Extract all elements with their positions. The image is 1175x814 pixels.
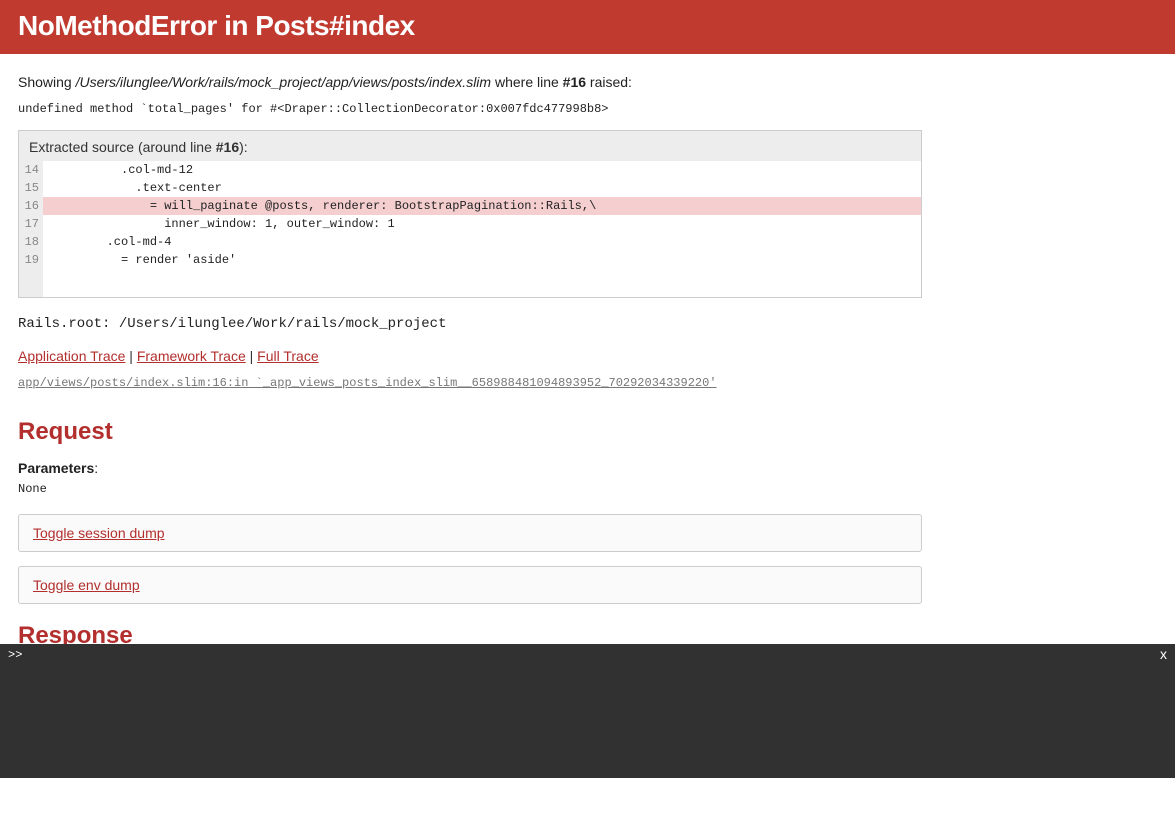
extracted-line-ref: #16 [216, 139, 239, 155]
showing-prefix: Showing [18, 74, 76, 90]
parameters-colon: : [94, 460, 98, 476]
request-heading: Request [18, 418, 922, 446]
line-number: 19 [19, 251, 43, 269]
source-row-blank [19, 269, 921, 297]
trace-frame[interactable]: app/views/posts/index.slim:16:in `_app_v… [18, 376, 922, 390]
toggle-env-link[interactable]: Toggle env dump [33, 577, 140, 593]
trace-sep: | [246, 348, 257, 364]
line-number: 18 [19, 233, 43, 251]
source-line: .text-center [43, 179, 921, 197]
line-number: 17 [19, 215, 43, 233]
source-row: 18 .col-md-4 [19, 233, 921, 251]
line-number-blank [19, 269, 43, 297]
source-line-ref: #16 [563, 74, 586, 90]
source-row: 14 .col-md-12 [19, 161, 921, 179]
full-trace-link[interactable]: Full Trace [257, 348, 318, 364]
parameters-line: Parameters: [18, 460, 922, 476]
source-line-blank [43, 269, 921, 297]
error-title: NoMethodError in Posts#index [18, 10, 1157, 42]
showing-suffix: raised: [586, 74, 632, 90]
line-number: 15 [19, 179, 43, 197]
source-line: .col-md-4 [43, 233, 921, 251]
rails-root: Rails.root: /Users/ilunglee/Work/rails/m… [18, 316, 922, 332]
line-number: 14 [19, 161, 43, 179]
parameters-label: Parameters [18, 460, 94, 476]
framework-trace-link[interactable]: Framework Trace [137, 348, 246, 364]
application-trace-link[interactable]: Application Trace [18, 348, 125, 364]
source-row: 17 inner_window: 1, outer_window: 1 [19, 215, 921, 233]
parameters-value: None [18, 482, 922, 496]
source-row-highlighted: 16 = will_paginate @posts, renderer: Boo… [19, 197, 921, 215]
extracted-source-box: Extracted source (around line #16): 14 .… [18, 130, 922, 298]
source-row: 15 .text-center [19, 179, 921, 197]
source-line: = render 'aside' [43, 251, 921, 269]
exception-message: undefined method `total_pages' for #<Dra… [18, 102, 922, 116]
extracted-label-prefix: Extracted source (around line [29, 139, 216, 155]
source-row: 19 = render 'aside' [19, 251, 921, 269]
web-console[interactable]: >> x [0, 644, 1175, 778]
trace-sep: | [125, 348, 136, 364]
line-number: 16 [19, 197, 43, 215]
source-table: 14 .col-md-12 15 .text-center 16 = will_… [19, 161, 921, 297]
extracted-label-suffix: ): [239, 139, 248, 155]
extracted-source-title: Extracted source (around line #16): [19, 131, 921, 161]
toggle-env-box: Toggle env dump [18, 566, 922, 604]
source-line: = will_paginate @posts, renderer: Bootst… [43, 197, 921, 215]
source-file-path: /Users/ilunglee/Work/rails/mock_project/… [76, 74, 491, 90]
toggle-session-box: Toggle session dump [18, 514, 922, 552]
source-line: .col-md-12 [43, 161, 921, 179]
error-header: NoMethodError in Posts#index [0, 0, 1175, 54]
showing-line: Showing /Users/ilunglee/Work/rails/mock_… [18, 74, 922, 90]
showing-mid: where line [491, 74, 563, 90]
trace-links: Application Trace | Framework Trace | Fu… [18, 348, 922, 364]
console-close-icon[interactable]: x [1160, 646, 1167, 662]
toggle-session-link[interactable]: Toggle session dump [33, 525, 165, 541]
source-line: inner_window: 1, outer_window: 1 [43, 215, 921, 233]
console-prompt: >> [8, 648, 22, 662]
